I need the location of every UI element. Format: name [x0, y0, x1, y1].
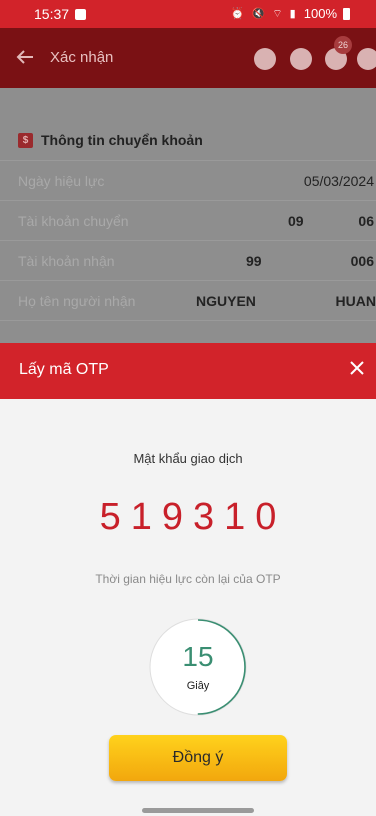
back-arrow-icon[interactable]	[14, 46, 36, 68]
section-title-text: Thông tin chuyển khoản	[41, 132, 203, 148]
bus-icon[interactable]	[254, 48, 276, 70]
transaction-password-label: Mật khẩu giao dịch	[133, 451, 243, 466]
status-indicators: ⏰ 🔇 ⌔ ▮ 100%	[231, 6, 350, 21]
otp-sheet: Lấy mã OTP Mật khẩu giao dịch 519310 Thờ…	[0, 343, 376, 816]
money-icon: $	[18, 132, 33, 148]
otp-expiry-label: Thời gian hiệu lực còn lại của OTP	[95, 572, 281, 586]
effective-date-row: Ngày hiệu lực 05/03/2024	[0, 160, 376, 200]
row-value-b: 006	[350, 253, 374, 269]
battery-icon	[343, 7, 350, 20]
from-account-row: Tài khoản chuyển 09 06	[0, 200, 376, 240]
otp-sheet-header: Lấy mã OTP	[0, 343, 376, 399]
qr-code-icon[interactable]	[290, 48, 312, 70]
otp-code: 519310	[99, 496, 287, 538]
home-indicator[interactable]	[142, 808, 254, 813]
row-label: Tài khoản chuyển	[18, 213, 129, 229]
confirm-button[interactable]: Đồng ý	[109, 735, 287, 781]
battery-text: 100%	[303, 6, 337, 21]
row-value-a: 09	[288, 213, 304, 229]
recipient-name-row: Họ tên người nhận NGUYEN HUAN	[0, 280, 376, 320]
notification-badge: 26	[334, 36, 352, 54]
row-value-a: NGUYEN	[196, 293, 256, 309]
countdown-seconds: 15	[182, 641, 214, 672]
status-bar: 15:37 ⏰ 🔇 ⌔ ▮ 100%	[0, 0, 376, 28]
row-value-a: 99	[246, 253, 262, 269]
close-icon[interactable]	[346, 357, 368, 379]
row-value-b: 06	[358, 213, 374, 229]
row-label: Họ tên người nhận	[18, 293, 136, 309]
row-label: Tài khoản nhận	[18, 253, 115, 269]
row-value-b: HUAN	[335, 293, 376, 309]
menu-icon[interactable]	[357, 48, 376, 70]
page-title: Xác nhận	[50, 49, 114, 66]
row-label: Ngày hiệu lực	[18, 173, 105, 189]
status-time: 15:37	[34, 6, 70, 22]
section-title: $ Thông tin chuyển khoản	[18, 132, 203, 148]
countdown-unit: Giây	[186, 680, 210, 692]
app-header: Xác nhận 26	[0, 28, 376, 88]
row-value: 05/03/2024	[303, 173, 374, 189]
signal-icons: ⏰ 🔇 ⌔ ▮	[230, 7, 298, 20]
transfer-info: $ Thông tin chuyển khoản Ngày hiệu lực 0…	[0, 88, 376, 343]
calendar-icon	[75, 9, 86, 20]
otp-sheet-title: Lấy mã OTP	[19, 361, 109, 378]
otp-countdown-timer: 15 Giây	[148, 617, 248, 717]
to-account-row: Tài khoản nhận 99 006	[0, 240, 376, 280]
